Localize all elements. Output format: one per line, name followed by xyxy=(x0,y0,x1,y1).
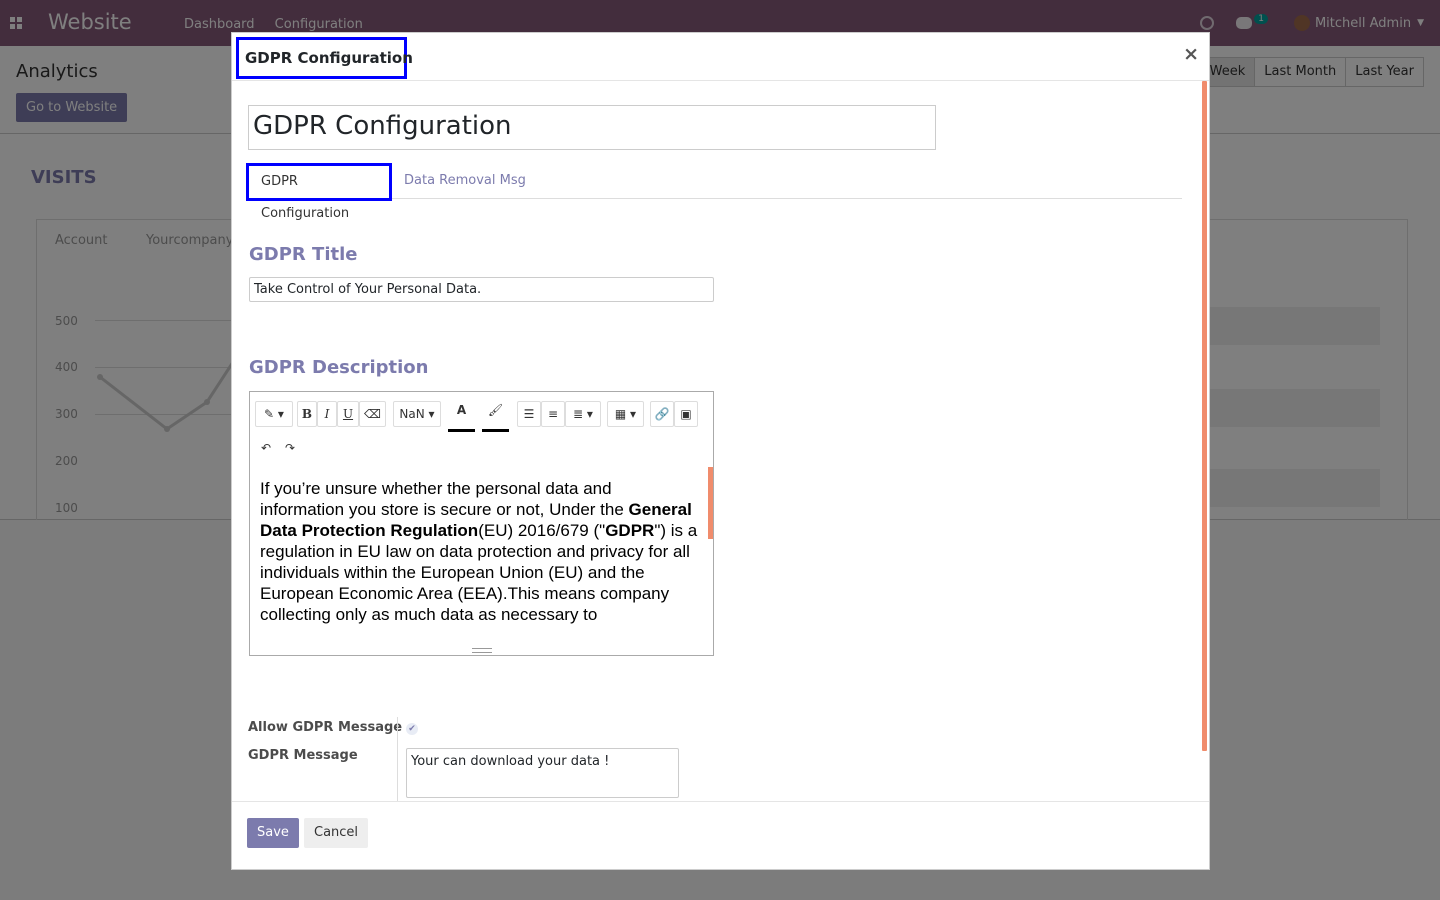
underline-button[interactable]: U xyxy=(337,401,359,427)
numbered-list-icon[interactable]: ≡ xyxy=(541,401,565,427)
undo-icon[interactable]: ↶ xyxy=(256,436,276,462)
italic-button[interactable]: I xyxy=(317,401,337,427)
tab-gdpr-configuration[interactable]: GDPR Configuration xyxy=(246,163,392,221)
notebook-tabs: GDPR Configuration Data Removal Msg xyxy=(246,163,1182,221)
cancel-button[interactable]: Cancel xyxy=(304,818,369,848)
allow-gdpr-message-label: Allow GDPR Message xyxy=(248,720,403,735)
link-icon[interactable]: 🔗 xyxy=(650,401,674,427)
modal-scrollbar[interactable] xyxy=(1202,81,1207,751)
modal-body: GDPR Configuration GDPR Configuration Da… xyxy=(232,81,1209,801)
allow-gdpr-message-checkbox[interactable]: ✔ xyxy=(406,723,418,735)
editor-toolbar: ✎ ▾ B I U ⌫ NaN ▾ A 🖌 ☰ ≡ ≣ ▾ ▦ ▾ 🔗 ▣ ↶ … xyxy=(250,392,713,467)
text-color-button[interactable]: A xyxy=(448,398,475,424)
align-dropdown-icon[interactable]: ≣ ▾ xyxy=(565,401,601,427)
font-size-dropdown[interactable]: NaN ▾ xyxy=(393,401,441,427)
close-icon[interactable]: × xyxy=(1183,43,1199,65)
text-color-glyph: A xyxy=(456,403,467,417)
style-dropdown-magic-icon[interactable]: ✎ ▾ xyxy=(255,401,293,427)
bold-button[interactable]: B xyxy=(297,401,317,427)
modal-header: GDPR Configuration × xyxy=(232,33,1209,81)
gdpr-title-input[interactable]: Take Control of Your Personal Data. xyxy=(249,277,714,302)
gdpr-description-content[interactable]: If you’re unsure whether the personal da… xyxy=(260,478,700,648)
modal-footer: Save Cancel xyxy=(232,801,1209,869)
gdpr-configuration-dialog: GDPR Configuration × GDPR Configuration … xyxy=(231,32,1210,870)
gdpr-description-heading: GDPR Description xyxy=(249,357,429,378)
editor-scrollbar[interactable] xyxy=(708,467,713,539)
gdpr-message-textarea[interactable]: Your can download your data ! xyxy=(406,748,679,798)
gdpr-title-heading: GDPR Title xyxy=(249,244,358,265)
text-color-bar xyxy=(448,429,475,432)
redo-icon[interactable]: ↷ xyxy=(280,436,300,462)
gdpr-message-label: GDPR Message xyxy=(248,748,358,763)
table-dropdown-icon[interactable]: ▦ ▾ xyxy=(607,401,644,427)
image-icon[interactable]: ▣ xyxy=(674,401,698,427)
eraser-icon[interactable]: ⌫ xyxy=(359,401,386,427)
record-name-input[interactable]: GDPR Configuration xyxy=(248,105,936,150)
modal-title: GDPR Configuration xyxy=(236,37,413,79)
brush-icon[interactable]: 🖌 xyxy=(482,398,509,424)
resize-handle[interactable] xyxy=(472,648,492,653)
field-separator xyxy=(397,717,398,801)
highlight-color-bar xyxy=(482,429,509,432)
html-editor: ✎ ▾ B I U ⌫ NaN ▾ A 🖌 ☰ ≡ ≣ ▾ ▦ ▾ 🔗 ▣ ↶ … xyxy=(249,391,714,656)
font-size-value: NaN xyxy=(399,407,425,421)
save-button[interactable]: Save xyxy=(247,818,299,848)
tab-data-removal-msg[interactable]: Data Removal Msg xyxy=(392,165,538,203)
bullet-list-icon[interactable]: ☰ xyxy=(517,401,541,427)
